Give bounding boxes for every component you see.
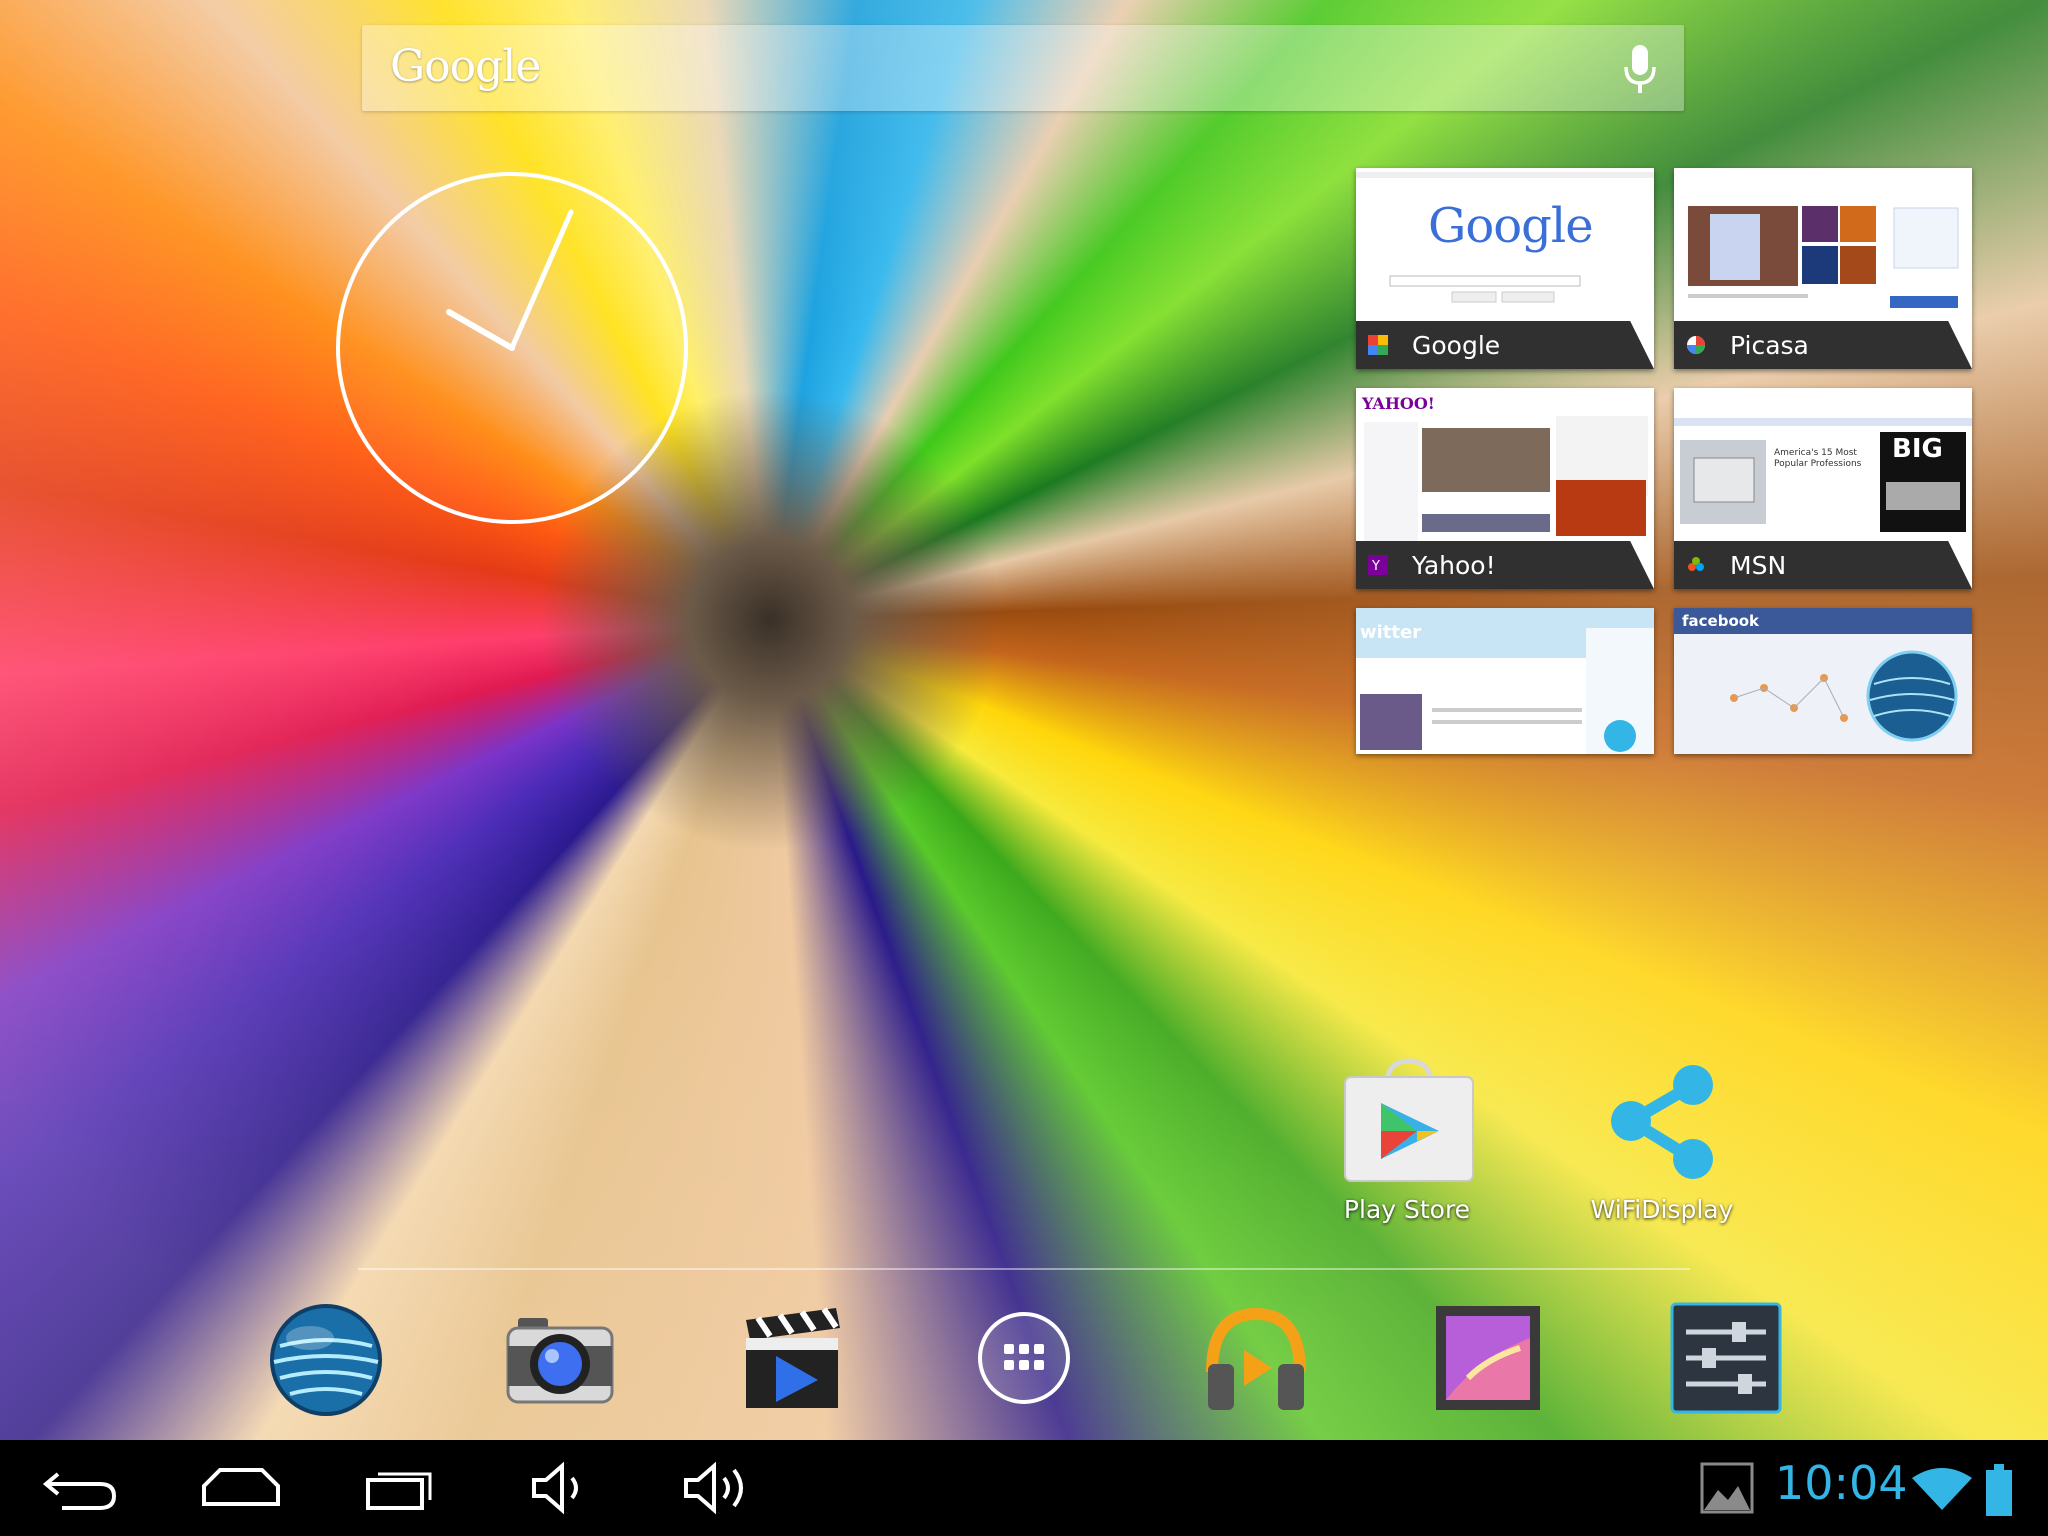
bookmark-label-bar: MSN	[1674, 541, 1972, 589]
headphones-icon[interactable]	[1196, 1298, 1316, 1418]
clock-time[interactable]: 10:04	[1775, 1456, 1908, 1510]
volume-down-icon[interactable]	[516, 1460, 606, 1516]
notification-image-icon[interactable]	[1700, 1462, 1754, 1514]
twitter-thumb-logo: witter	[1360, 622, 1422, 643]
back-icon[interactable]	[36, 1460, 126, 1516]
bookmark-label-bar: Picasa	[1674, 321, 1972, 369]
wifi-icon	[1912, 1468, 1972, 1510]
google-favicon	[1368, 335, 1388, 355]
recent-apps-icon[interactable]	[356, 1460, 446, 1516]
msn-thumb-big: BIG	[1892, 434, 1943, 464]
bookmark-yahoo[interactable]: YAHOO! Y Yahoo!	[1356, 388, 1654, 589]
wifidisplay-label: WiFiDisplay	[1590, 1195, 1734, 1224]
play-store-label: Play Store	[1343, 1195, 1471, 1224]
home-icon[interactable]	[196, 1460, 286, 1516]
mic-icon[interactable]	[1622, 43, 1658, 95]
bookmarks-widget: Google Google Picasa YAHOO! Y Yahoo! Ame…	[1356, 168, 1972, 754]
yahoo-thumb-logo: YAHOO!	[1362, 394, 1435, 413]
play-store-shortcut[interactable]: Play Store	[1317, 1055, 1497, 1235]
analog-clock[interactable]	[334, 170, 690, 526]
google-logo: Google	[390, 41, 541, 92]
bookmark-title: MSN	[1730, 551, 1787, 580]
system-bar: 10:04	[0, 1440, 2048, 1536]
yahoo-favicon: Y	[1368, 555, 1388, 575]
gallery-icon[interactable]	[1428, 1298, 1548, 1418]
play-store-icon	[1344, 1058, 1474, 1182]
google-thumb-logo: Google	[1428, 198, 1594, 254]
bookmark-twitter[interactable]: witter	[1356, 608, 1654, 754]
facebook-thumb-logo: facebook	[1682, 612, 1760, 630]
bookmark-title: Google	[1412, 331, 1501, 360]
bookmark-label-bar: Y Yahoo!	[1356, 541, 1654, 589]
settings-sliders-icon[interactable]	[1666, 1298, 1786, 1418]
bookmark-picasa[interactable]: Picasa	[1674, 168, 1972, 369]
bookmark-title: Yahoo!	[1412, 551, 1496, 580]
volume-up-icon[interactable]	[676, 1460, 766, 1516]
video-player-icon[interactable]	[732, 1298, 852, 1418]
wifidisplay-shortcut[interactable]: WiFiDisplay	[1572, 1055, 1752, 1235]
bookmark-label-bar: Google	[1356, 321, 1654, 369]
dock-divider	[358, 1268, 1690, 1270]
picasa-favicon	[1687, 336, 1705, 354]
google-search-bar[interactable]: Google	[362, 25, 1684, 111]
bookmark-title: Picasa	[1730, 331, 1809, 360]
camera-icon[interactable]	[500, 1298, 620, 1418]
msn-favicon	[1688, 557, 1704, 571]
globe-icon[interactable]	[266, 1298, 386, 1418]
bookmark-facebook[interactable]: facebook	[1674, 608, 1972, 754]
bookmark-google[interactable]: Google Google	[1356, 168, 1654, 369]
svg-text:Y: Y	[1371, 559, 1380, 574]
bookmark-msn[interactable]: America's 15 Most Popular Professions BI…	[1674, 388, 1972, 589]
battery-icon	[1986, 1464, 2012, 1516]
all-apps-icon[interactable]	[964, 1298, 1084, 1418]
msn-thumb-headline: America's 15 Most Popular Professions	[1774, 448, 1862, 469]
share-icon	[1611, 1065, 1713, 1179]
